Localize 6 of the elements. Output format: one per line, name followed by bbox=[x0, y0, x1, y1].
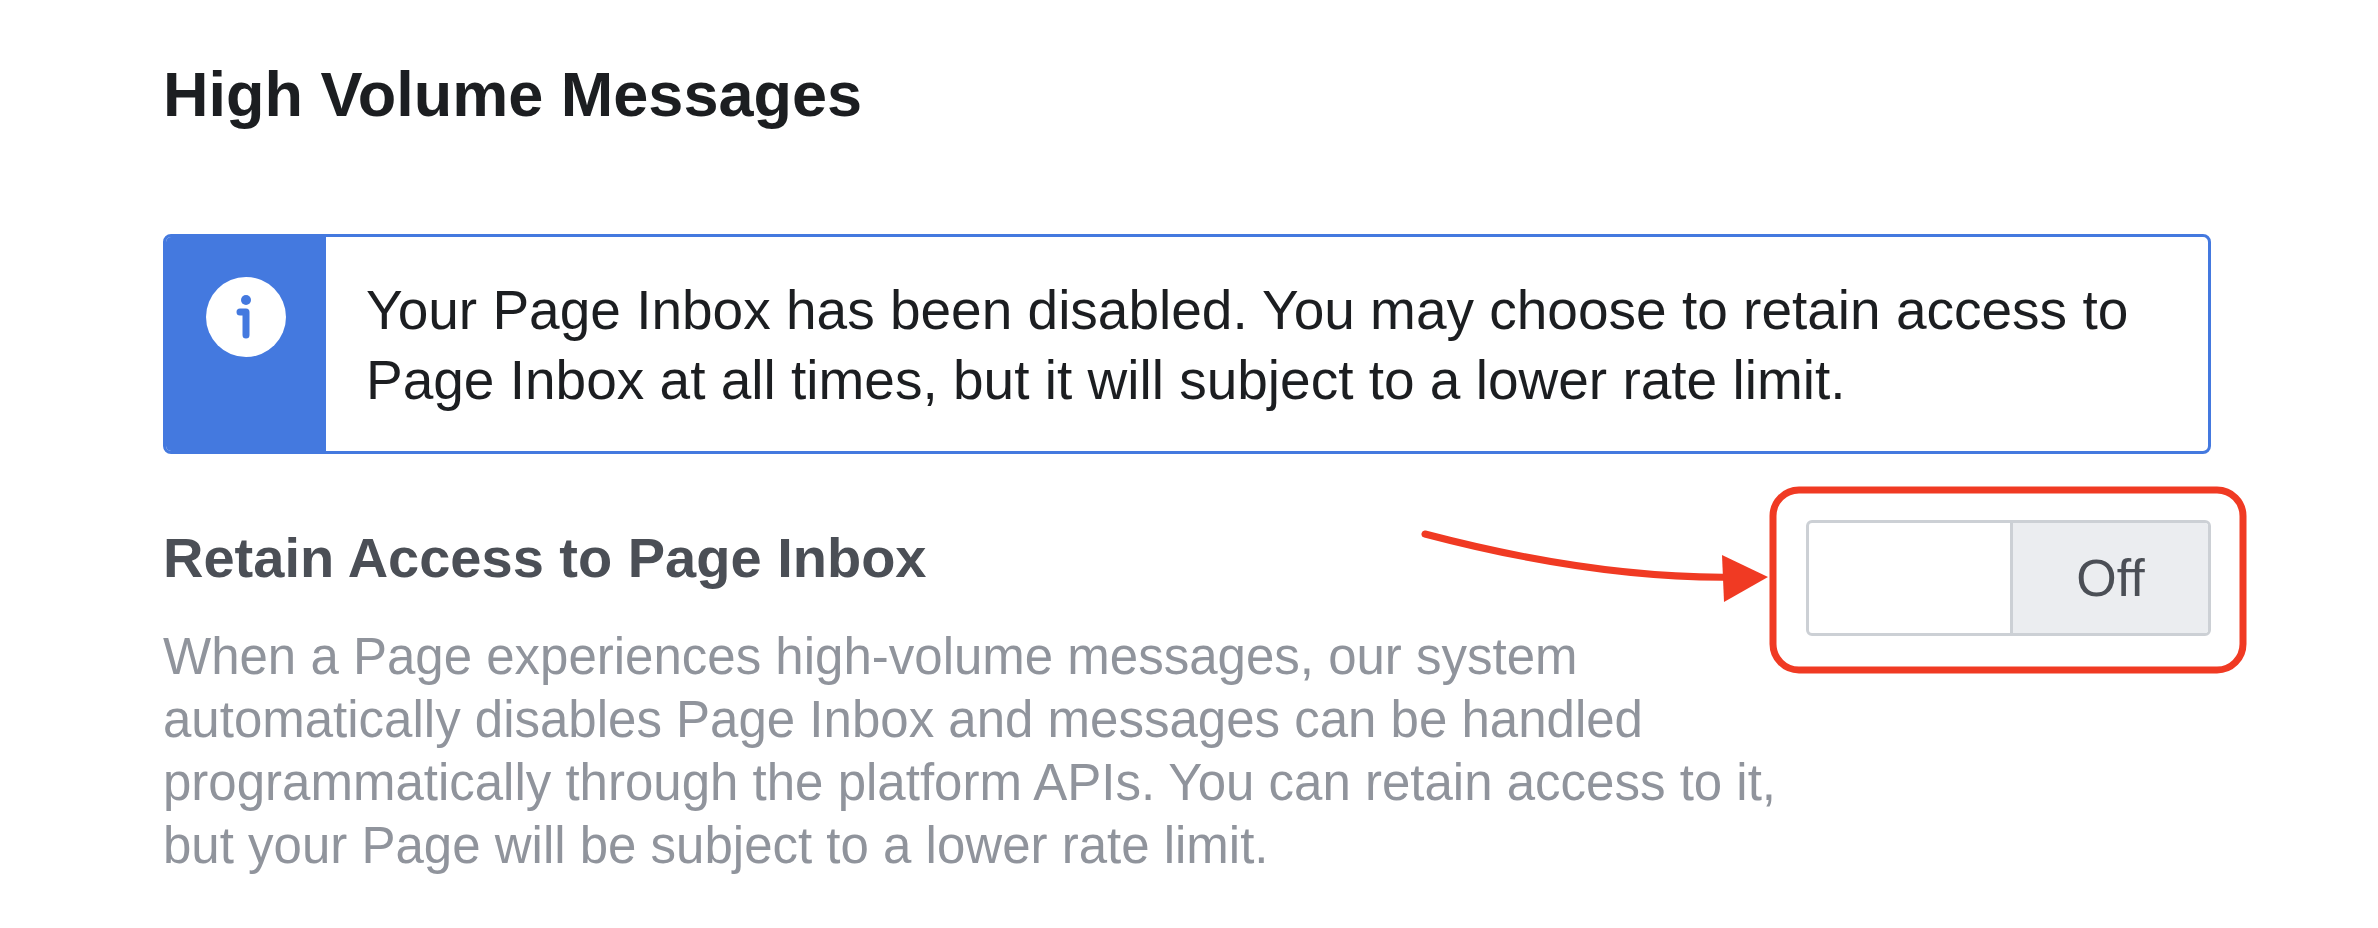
setting-title: Retain Access to Page Inbox bbox=[163, 525, 927, 591]
info-icon bbox=[206, 277, 286, 357]
section-title: High Volume Messages bbox=[163, 59, 864, 129]
notice-text: Your Page Inbox has been disabled. You may choose to retain access to Page Inbox at all times, but it will subject to a lower rate limit. bbox=[365, 278, 2130, 413]
setting-description: When a Page experiences high-volume messages, our system automatically disables Page Inbox and messages can be handled programmatically through the platform APIs. You can retain access to it, but your Page will be subject to a lower rate limit. bbox=[163, 627, 1777, 876]
access-toggle[interactable]: Off bbox=[1806, 520, 2211, 636]
